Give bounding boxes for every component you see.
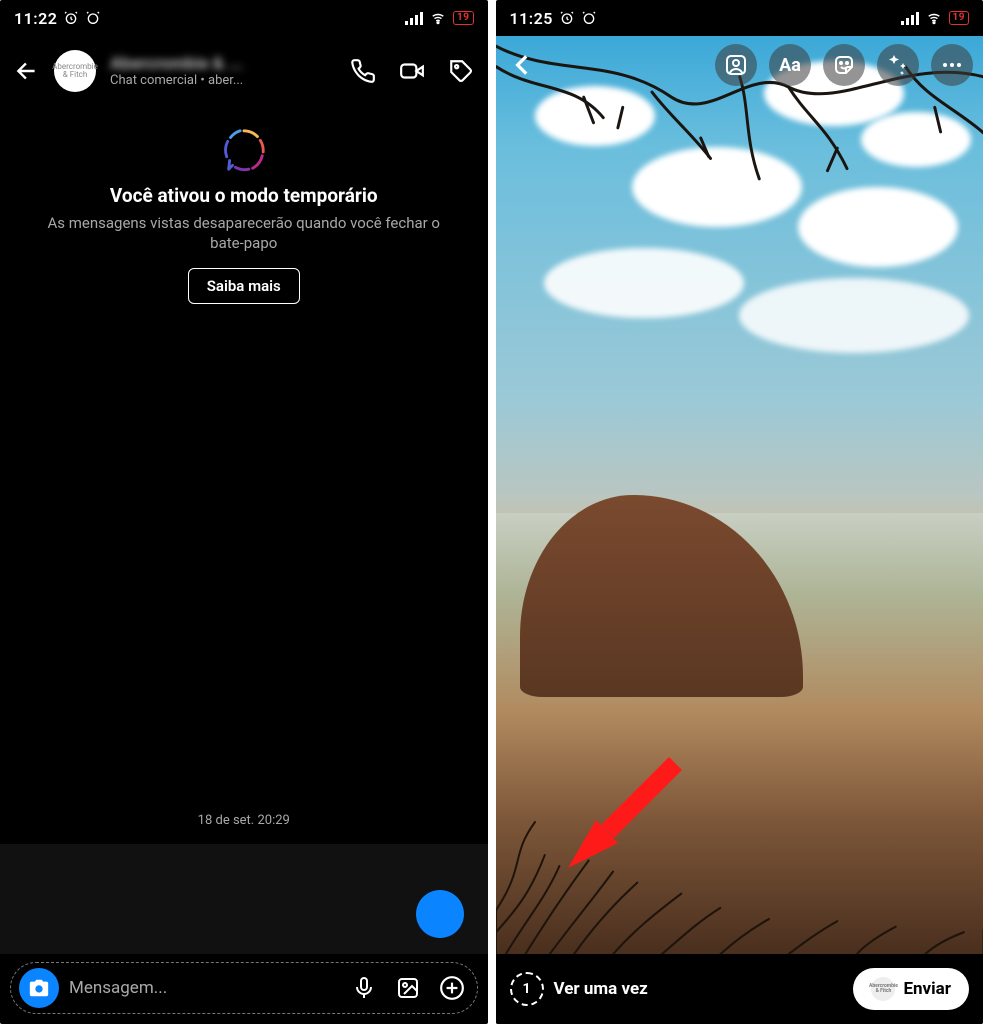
chat-header: Abercrombie & Fitch Abercrombie & ... Ch…: [0, 36, 488, 106]
effects-icon[interactable]: [877, 44, 919, 86]
vanishing-mode-title: Você ativou o modo temporário: [110, 184, 378, 207]
back-icon[interactable]: [14, 58, 40, 84]
message-input-bar: Mensagem...: [10, 962, 478, 1014]
wifi-icon: [429, 11, 447, 25]
message-timestamp: 18 de set. 20:29: [0, 813, 488, 828]
video-icon[interactable]: [398, 58, 426, 84]
signal-icon: [405, 11, 423, 25]
signal-icon: [901, 11, 919, 25]
call-icon[interactable]: [350, 58, 376, 84]
battery-level: 19: [453, 11, 473, 25]
send-label: Enviar: [903, 979, 951, 999]
learn-more-button[interactable]: Saiba mais: [188, 268, 300, 304]
recipient-avatar: Abercrombie & Fitch: [871, 977, 895, 1001]
story-bottom-bar: 1 Ver uma vez Abercrombie & Fitch Enviar: [496, 954, 983, 1024]
message-area: [0, 844, 488, 954]
status-time: 11:25: [510, 9, 553, 28]
alarm-icon: [559, 10, 575, 26]
sticker-icon[interactable]: [823, 44, 865, 86]
view-once-badge: 1: [510, 972, 544, 1006]
vanishing-mode-icon: [220, 126, 268, 174]
battery-level: 19: [949, 11, 969, 25]
alarm-icon: [581, 10, 597, 26]
voice-message-icon[interactable]: [347, 976, 381, 1000]
scroll-to-bottom-button[interactable]: [416, 890, 464, 938]
view-once-toggle[interactable]: 1 Ver uma vez: [510, 972, 648, 1006]
alarm-icon: [85, 10, 101, 26]
chat-name: Abercrombie & ...: [110, 54, 336, 74]
avatar[interactable]: Abercrombie & Fitch: [54, 50, 96, 92]
back-icon[interactable]: [506, 48, 540, 82]
camera-button[interactable]: [19, 968, 59, 1008]
message-input[interactable]: Mensagem...: [69, 978, 337, 998]
tag-people-icon[interactable]: [715, 44, 757, 86]
send-button[interactable]: Abercrombie & Fitch Enviar: [853, 968, 969, 1010]
story-preview: Aa: [496, 36, 983, 954]
status-bar: 11:25 19: [496, 0, 983, 36]
chat-title-block[interactable]: Abercrombie & ... Chat comercial • aber.…: [110, 54, 336, 88]
text-icon[interactable]: Aa: [769, 44, 811, 86]
more-icon[interactable]: [931, 44, 973, 86]
wifi-icon: [925, 11, 943, 25]
add-icon[interactable]: [435, 975, 469, 1001]
vanishing-mode-banner: Você ativou o modo temporário As mensage…: [0, 106, 488, 304]
status-bar: 11:22 19: [0, 0, 488, 36]
vanishing-mode-description: As mensagens vistas desaparecerão quando…: [30, 213, 458, 254]
alarm-icon: [63, 10, 79, 26]
tag-icon[interactable]: [448, 58, 474, 84]
gallery-icon[interactable]: [391, 976, 425, 1000]
foreground-bush-decoration: [496, 789, 983, 954]
chat-subtitle: Chat comercial • aber...: [110, 73, 336, 88]
view-once-label: Ver uma vez: [554, 979, 648, 999]
status-time: 11:22: [14, 9, 57, 28]
